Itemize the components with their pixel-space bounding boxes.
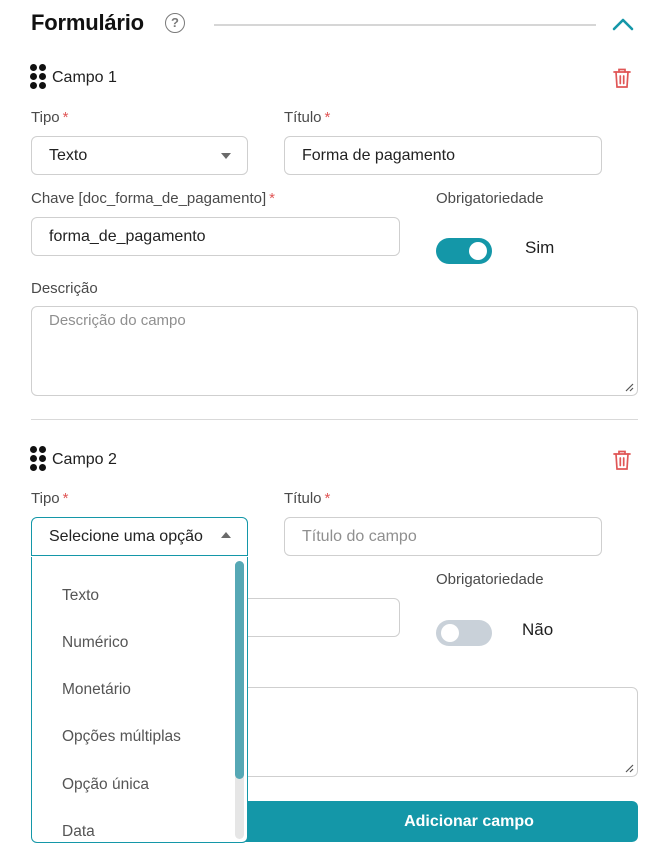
obrigatoriedade-label: Obrigatoriedade bbox=[436, 190, 544, 207]
dropdown-option[interactable]: Monetário bbox=[62, 681, 131, 699]
tipo-select[interactable]: Texto bbox=[31, 136, 248, 175]
titulo-input[interactable]: Forma de pagamento bbox=[284, 136, 602, 175]
header-divider bbox=[214, 24, 596, 26]
field-divider bbox=[31, 419, 638, 420]
chevron-up-icon[interactable] bbox=[610, 14, 636, 34]
caret-down-icon bbox=[221, 153, 231, 159]
dropdown-option[interactable]: Opções múltiplas bbox=[62, 728, 181, 746]
chave-input[interactable]: forma_de_pagamento bbox=[31, 217, 400, 256]
trash-icon[interactable] bbox=[612, 67, 632, 89]
chave-label: Chave [doc_forma_de_pagamento] * bbox=[31, 190, 276, 207]
resize-grip-icon[interactable] bbox=[625, 383, 634, 392]
dropdown-option[interactable]: Opção única bbox=[62, 776, 149, 794]
help-circle-icon[interactable]: ? bbox=[165, 13, 185, 33]
obrigatoriedade-toggle[interactable] bbox=[436, 238, 492, 264]
titulo-label: Título * bbox=[284, 109, 331, 126]
caret-up-icon bbox=[221, 532, 231, 538]
obrigatoriedade-label: Obrigatoriedade bbox=[436, 571, 544, 588]
tipo-label: Tipo * bbox=[31, 109, 69, 126]
field-2-name: Campo 2 bbox=[52, 451, 117, 468]
resize-grip-icon[interactable] bbox=[625, 764, 634, 773]
dropdown-option[interactable]: Numérico bbox=[62, 634, 128, 652]
dropdown-option[interactable]: Data bbox=[62, 823, 95, 841]
tipo-select-value: Selecione uma opção bbox=[49, 528, 203, 545]
obrigatoriedade-toggle[interactable] bbox=[436, 620, 492, 646]
titulo-input[interactable]: Título do campo bbox=[284, 517, 602, 556]
form-title: Formulário bbox=[31, 10, 144, 35]
descricao-textarea[interactable]: Descrição do campo bbox=[31, 306, 638, 396]
tipo-dropdown[interactable]: Texto Numérico Monetário Opções múltipla… bbox=[31, 557, 248, 843]
drag-handle-icon[interactable] bbox=[30, 64, 48, 90]
descricao-label: Descrição bbox=[31, 280, 98, 297]
trash-icon[interactable] bbox=[612, 449, 632, 471]
dropdown-option[interactable]: Texto bbox=[62, 587, 99, 605]
obrigatoriedade-value: Não bbox=[522, 620, 554, 639]
drag-handle-icon[interactable] bbox=[30, 446, 48, 472]
toggle-knob bbox=[469, 242, 487, 260]
tipo-select-value: Texto bbox=[49, 147, 88, 164]
descricao-placeholder: Descrição do campo bbox=[49, 312, 186, 329]
add-field-button[interactable]: Adicionar campo bbox=[236, 801, 638, 842]
tipo-select[interactable]: Selecione uma opção bbox=[31, 517, 248, 556]
obrigatoriedade-value: Sim bbox=[525, 238, 555, 257]
titulo-label: Título * bbox=[284, 490, 331, 507]
tipo-label: Tipo * bbox=[31, 490, 69, 507]
toggle-knob bbox=[441, 624, 459, 642]
dropdown-scrollbar-thumb[interactable] bbox=[235, 561, 244, 779]
field-1-name: Campo 1 bbox=[52, 69, 117, 86]
